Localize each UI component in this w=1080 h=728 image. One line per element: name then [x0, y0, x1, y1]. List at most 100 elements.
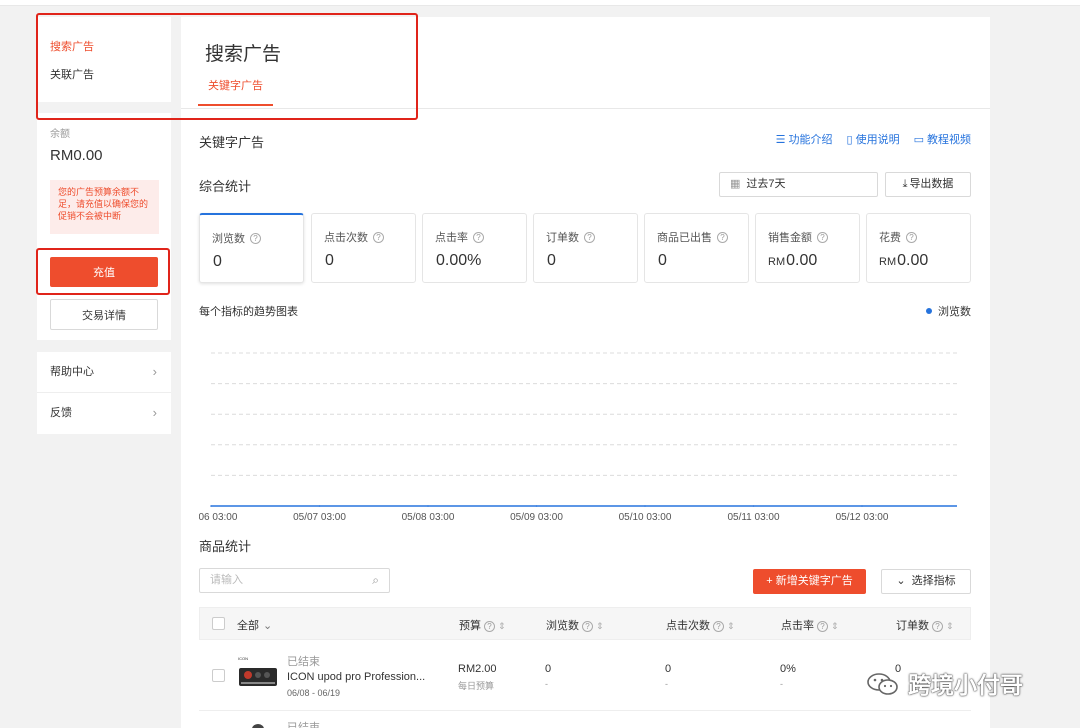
help-icon: ?	[817, 621, 828, 632]
help-links: ☰ 功能介绍 ▯ 使用说明 ▭ 教程视频	[776, 131, 971, 147]
metric-value: 0	[325, 252, 334, 269]
list-icon: ☰	[775, 134, 786, 146]
date-range-picker[interactable]: ▦ 过去7天	[719, 172, 878, 197]
usage-guide-link[interactable]: ▯ 使用说明	[847, 131, 900, 147]
help-icon[interactable]: ?	[473, 232, 484, 243]
x-tick-label: 05/06 03:00	[199, 512, 238, 523]
sort-icon: ⇕	[831, 621, 839, 631]
select-metrics-button[interactable]: ⌄ 选择指标	[881, 569, 971, 594]
row-checkbox[interactable]	[212, 669, 225, 682]
ctr-value: 0%	[780, 663, 796, 675]
product-thumbnail[interactable]: ICON	[236, 653, 280, 697]
col-orders[interactable]: 订单数? ⇕	[896, 617, 954, 633]
budget-value: RM2.00	[458, 663, 497, 675]
views-value: 0	[545, 663, 552, 675]
sort-icon: ⇕	[946, 621, 954, 631]
select-all-checkbox[interactable]	[212, 617, 225, 630]
chevron-right-icon: ›	[152, 364, 157, 379]
budget-type: 每日预算	[458, 681, 495, 691]
sort-icon: ⇕	[498, 621, 506, 631]
help-icon[interactable]: ?	[906, 232, 917, 243]
help-icon: ?	[713, 621, 724, 632]
product-search-input[interactable]: 请输入 ⌕	[199, 568, 390, 593]
views-change: -	[545, 679, 548, 689]
metric-value: 0	[547, 252, 556, 269]
data-point	[210, 505, 212, 507]
feedback-link[interactable]: 反馈 ›	[37, 392, 171, 432]
ctr-change: -	[780, 679, 783, 689]
transaction-details-button[interactable]: 交易详情	[50, 299, 158, 330]
feature-intro-link[interactable]: ☰ 功能介绍	[776, 131, 833, 147]
add-keyword-ad-button[interactable]: + 新增关键字广告	[753, 569, 866, 594]
data-point	[752, 505, 755, 507]
metric-value: 0	[213, 253, 222, 270]
col-clicks[interactable]: 点击次数? ⇕	[666, 617, 735, 633]
product-thumbnail[interactable]	[236, 720, 280, 728]
data-point	[644, 505, 646, 507]
metric-label: 花费	[879, 232, 901, 244]
section-title: 关键字广告	[199, 135, 265, 150]
col-views[interactable]: 浏览数? ⇕	[546, 617, 604, 633]
top-bar	[0, 0, 1080, 6]
ad-date-range: 06/08 - 06/19	[287, 688, 341, 698]
clicks-change: -	[665, 679, 668, 689]
product-stats-title: 商品统计	[199, 539, 252, 554]
metric-unit: RM	[879, 256, 897, 268]
metric-label: 商品已出售	[657, 232, 712, 244]
x-tick-label: 05/08 03:00	[402, 512, 455, 523]
metric-card-ctr[interactable]: 点击率? 0.00%	[422, 213, 527, 283]
svg-text:ICON: ICON	[238, 656, 248, 661]
table-row[interactable]: ICON 已结束 ICON upod pro Profession... 06/…	[199, 640, 971, 711]
metric-value: 0.00	[897, 252, 929, 269]
sort-icon: ⇕	[727, 621, 735, 631]
main-panel: 搜索广告 关键字广告 关键字广告 ☰ 功能介绍 ▯ 使用说明 ▭ 教程视频 综合统计 …	[181, 17, 990, 728]
help-icon: ?	[484, 621, 495, 632]
balance-value: RM0.00	[50, 147, 103, 164]
table-row[interactable]: 已结束	[199, 712, 971, 728]
help-icon: ?	[932, 621, 943, 632]
filter-all-dropdown[interactable]: 全部 ⌄	[237, 617, 272, 633]
data-point	[535, 505, 538, 507]
metric-card-orders[interactable]: 订单数? 0	[533, 213, 638, 283]
help-icon[interactable]: ?	[817, 232, 828, 243]
balance-card: 余额 RM0.00 您的广告预算余额不足，请充值以确保您的促销不会被中断 充值 …	[37, 113, 171, 340]
metric-card-clicks[interactable]: 点击次数? 0	[311, 213, 416, 283]
clicks-value: 0	[665, 663, 672, 675]
help-icon[interactable]: ?	[584, 232, 595, 243]
col-ctr[interactable]: 点击率? ⇕	[781, 617, 839, 633]
metric-value: 0.00%	[436, 252, 482, 269]
x-tick-label: 05/09 03:00	[510, 512, 563, 523]
table-header: 全部 ⌄ 预算? ⇕ 浏览数? ⇕ 点击次数? ⇕ 点击率? ⇕ 订单数? ⇕	[199, 607, 971, 640]
metric-card-sales-amount[interactable]: 销售金额? RM0.00	[755, 213, 860, 283]
x-tick-label: 05/11 03:00	[727, 512, 780, 523]
book-icon: ▯	[846, 134, 853, 146]
metric-label: 销售金额	[768, 232, 812, 244]
export-data-button[interactable]: ⤓ 导出数据	[885, 172, 971, 197]
col-budget[interactable]: 预算? ⇕	[459, 617, 506, 633]
balance-label: 余额	[50, 129, 70, 140]
help-icon: ?	[582, 621, 593, 632]
product-name[interactable]: ICON upod pro Profession...	[287, 671, 425, 683]
trend-chart: 05/06 03:00 05/07 03:00 05/08 03:00 05/09 0…	[199, 352, 957, 523]
chevron-down-icon: ⌄	[263, 620, 273, 632]
metric-label: 点击次数	[324, 232, 368, 244]
low-balance-warning: 您的广告预算余额不足，请充值以确保您的促销不会被中断	[50, 180, 159, 234]
help-icon[interactable]: ?	[373, 232, 384, 243]
metric-card-spend[interactable]: 花费? RM0.00	[866, 213, 971, 283]
chevron-right-icon: ›	[152, 405, 157, 420]
metric-unit: RM	[768, 256, 786, 268]
help-center-link[interactable]: 帮助中心 ›	[37, 352, 171, 392]
download-icon: ⤓	[902, 178, 908, 190]
sort-icon: ⇕	[596, 621, 604, 631]
search-icon[interactable]: ⌕	[372, 569, 379, 592]
tutorial-video-link[interactable]: ▭ 教程视频	[914, 131, 971, 147]
metric-card-views[interactable]: 浏览数? 0	[199, 213, 304, 283]
help-icon[interactable]: ?	[250, 233, 261, 244]
help-icon[interactable]: ?	[717, 232, 728, 243]
x-tick-label: 05/12 03:00	[836, 512, 889, 523]
watermark: 跨境小付哥	[866, 666, 1023, 700]
x-tick-label: 05/10 03:00	[619, 512, 672, 523]
metric-card-items-sold[interactable]: 商品已出售? 0	[644, 213, 749, 283]
chart-legend[interactable]: 浏览数	[926, 303, 971, 319]
trend-chart-title: 每个指标的趋势图表	[199, 306, 298, 318]
